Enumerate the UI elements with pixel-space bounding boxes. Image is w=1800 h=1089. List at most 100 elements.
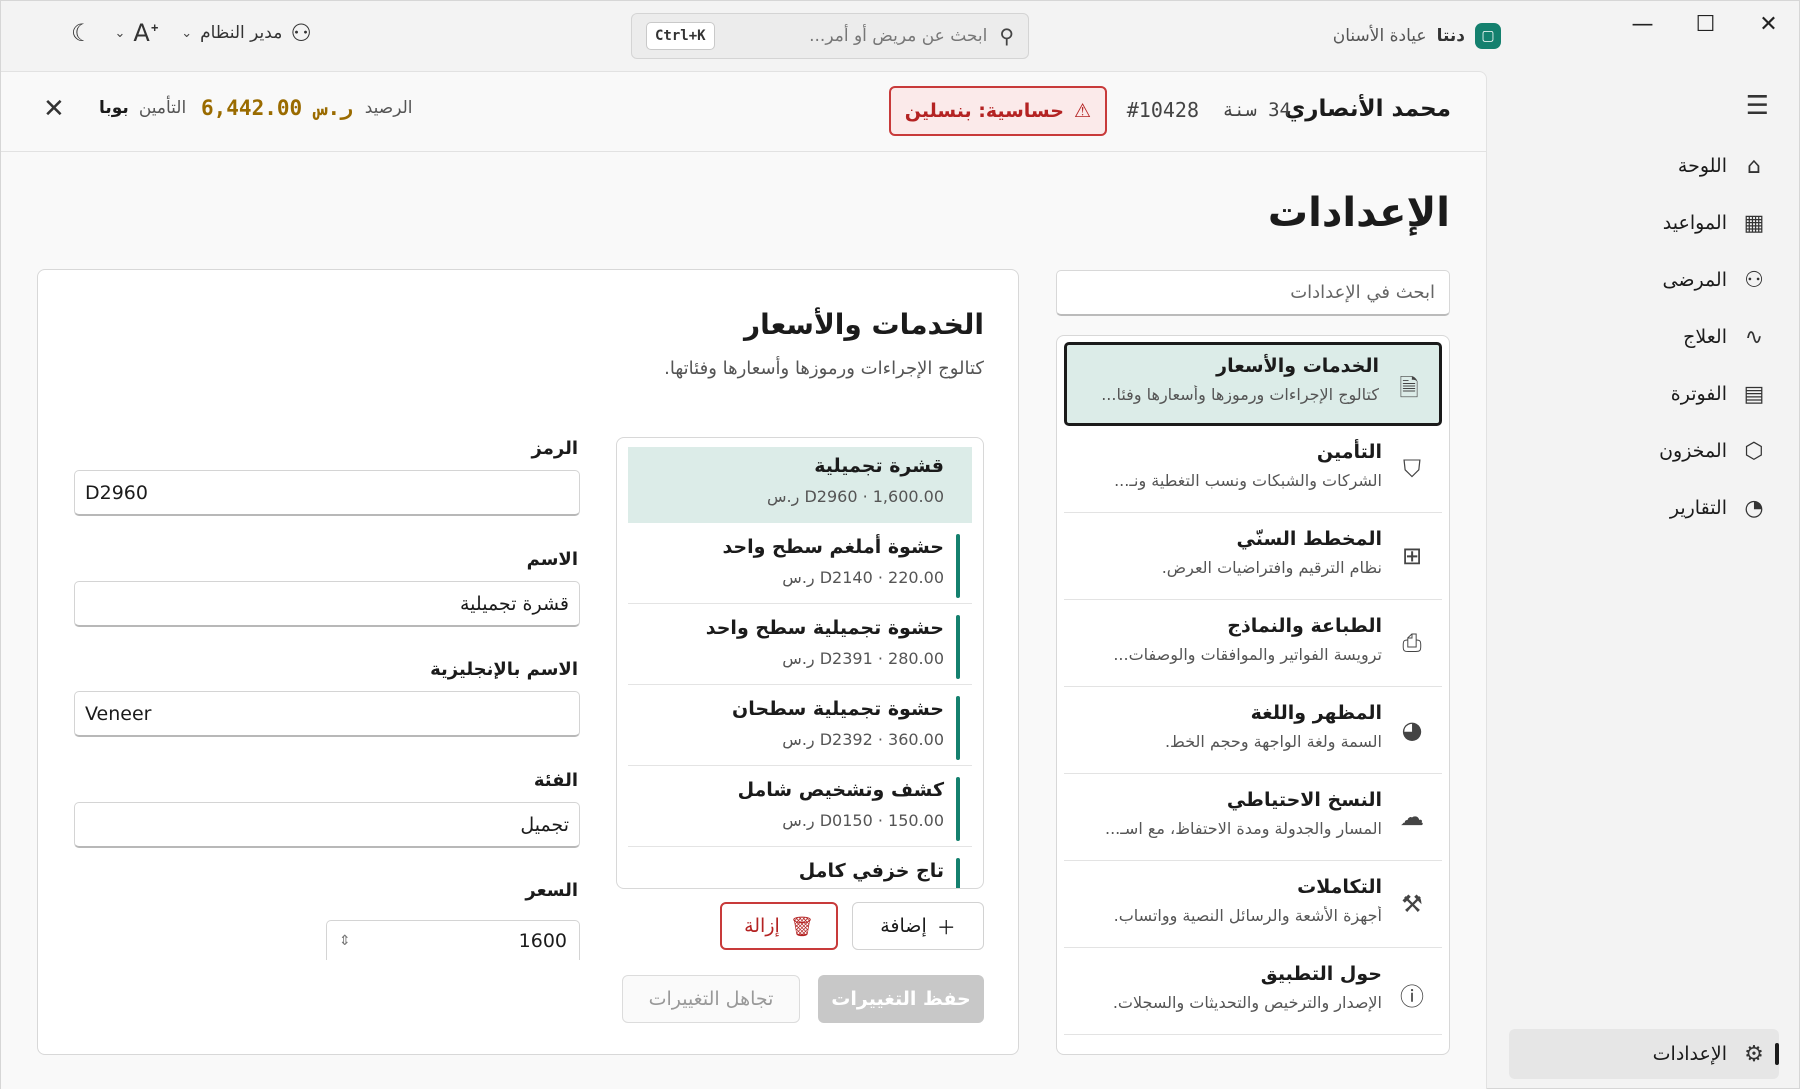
settings-item-printing[interactable]: ⎙ الطباعة والنماذج ترويسة الفواتير والمو… — [1064, 603, 1442, 687]
save-changes-button[interactable]: حفظ التغييرات — [818, 975, 984, 1023]
patient-name: محمد الأنصاري — [1284, 96, 1451, 122]
moon-icon[interactable]: ☾ — [71, 19, 93, 47]
name-field[interactable]: قشرة تجميلية — [74, 581, 580, 627]
font-size-button[interactable]: ⌄ Aᐩ — [115, 19, 160, 47]
nav-item-inventory[interactable]: ⬡ المخزون — [1509, 426, 1779, 476]
name-en-label: الاسم بالإنجليزية — [430, 659, 578, 680]
code-field[interactable]: D2960 — [74, 470, 580, 516]
nav-item-reports[interactable]: ◔ التقارير — [1509, 483, 1779, 533]
service-item[interactable]: حشوة أملغم سطح واحد D2140 · 220.00 ر.س — [628, 528, 972, 604]
price-field[interactable]: 1600 ⇕ — [326, 920, 580, 960]
remove-label: إزالة — [744, 915, 780, 937]
nav-item-patients[interactable]: ⚇ المرضى — [1509, 255, 1779, 305]
search-icon: ⚲ — [999, 24, 1014, 48]
global-search[interactable]: ⚲ ابحث عن مريض أو أمر... Ctrl+K — [631, 13, 1029, 59]
main-nav: ☰ ⌂ اللوحة ▦ المواعيد ⚇ المرضى ∿ العلاج … — [1489, 71, 1799, 1089]
nav-item-settings[interactable]: ⚙ الإعدادات — [1509, 1029, 1779, 1079]
balance-amount: 6,442.00 ر.س — [201, 96, 353, 120]
chart-icon: ◔ — [1744, 495, 1764, 521]
document-icon: 🗎 — [1399, 374, 1419, 402]
menu-icon[interactable]: ☰ — [1746, 91, 1769, 121]
settings-item-insurance[interactable]: ⛉ التأمين الشركات والشبكات ونسب التغطية … — [1064, 429, 1442, 513]
price-value: 1600 — [518, 929, 567, 952]
settings-search-input[interactable]: ابحث في الإعدادات — [1056, 270, 1450, 316]
stethoscope-icon: ∿ — [1744, 324, 1764, 350]
user-icon: ⚇ — [290, 19, 312, 47]
settings-item-chart[interactable]: ⊞ المخطط السنّي نظام الترقيم وافتراضيات … — [1064, 516, 1442, 600]
name-label: الاسم — [526, 549, 578, 570]
grid-icon: ⊞ — [1401, 542, 1423, 570]
service-item[interactable]: حشوة تجميلية سطحان D2392 · 360.00 ر.س — [628, 690, 972, 766]
nav-item-billing[interactable]: ▤ الفوترة — [1509, 369, 1779, 419]
service-meta: D0150 · 150.00 ر.س — [782, 811, 944, 830]
service-item[interactable]: تاج خزفي كامل — [628, 852, 972, 888]
settings-item-desc: ترويسة الفواتير والموافقات والوصفات... — [1113, 645, 1382, 664]
settings-item-appearance[interactable]: ◕ المظهر واللغة السمة ولغة الواجهة وحجم … — [1064, 690, 1442, 774]
titlebar-actions: ☾ ⌄ Aᐩ ⚇ مدير النظام ⌄ — [71, 19, 312, 47]
settings-item-integrations[interactable]: ⚒ التكاملات أجهزة الأشعة والرسائل النصية… — [1064, 864, 1442, 948]
service-meta: D2960 · 1,600.00 ر.س — [767, 487, 944, 506]
patient-age: 34 سنة — [1222, 99, 1291, 121]
nav-label: المواعيد — [1662, 212, 1727, 234]
panel-subtitle: كتالوج الإجراءات ورموزها وأسعارها وفئاته… — [664, 358, 984, 379]
allergy-badge: ⚠ حساسية: بنسلين — [888, 86, 1107, 136]
close-icon[interactable]: ✕ — [43, 94, 65, 124]
app-brand: ▢ دنتا عيادة الأسنان — [1333, 23, 1501, 49]
settings-item-title: الطباعة والنماذج — [1227, 615, 1382, 637]
panel-title: الخدمات والأسعار — [743, 308, 984, 341]
settings-item-desc: الشركات والشبكات ونسب التغطية ونـ... — [1114, 471, 1382, 490]
settings-item-backup[interactable]: ☁ النسخ الاحتياطي المسار والجدولة ومدة ا… — [1064, 777, 1442, 861]
add-service-button[interactable]: ＋ إضافة — [852, 902, 984, 950]
insurance-label: التأمين — [138, 98, 187, 118]
service-name: حشوة تجميلية سطح واحد — [705, 617, 944, 639]
nav-label: المرضى — [1662, 269, 1727, 291]
box-icon: ⬡ — [1744, 438, 1764, 464]
category-field[interactable]: تجميل — [74, 802, 580, 848]
settings-item-title: التكاملات — [1297, 876, 1382, 898]
nav-item-treatment[interactable]: ∿ العلاج — [1509, 312, 1779, 362]
nav-label: الإعدادات — [1652, 1043, 1727, 1065]
service-item[interactable]: حشوة تجميلية سطح واحد D2391 · 280.00 ر.س — [628, 609, 972, 685]
service-item[interactable]: كشف وتشخيص شامل D0150 · 150.00 ر.س — [628, 771, 972, 847]
chevron-down-icon: ⌄ — [114, 25, 126, 41]
text-size-icon: Aᐩ — [133, 19, 160, 47]
settings-item-title: المخطط السنّي — [1236, 528, 1382, 550]
settings-item-services[interactable]: 🗎 الخدمات والأسعار كتالوج الإجراءات ورمو… — [1064, 342, 1442, 426]
nav-label: اللوحة — [1677, 155, 1727, 177]
user-menu[interactable]: ⚇ مدير النظام ⌄ — [181, 19, 312, 47]
insurance-value: بوبا — [99, 98, 129, 118]
service-item[interactable]: قشرة تجميلية D2960 · 1,600.00 ر.س — [628, 447, 972, 523]
price-label: السعر — [525, 880, 578, 901]
nav-item-appointments[interactable]: ▦ المواعيد — [1509, 198, 1779, 248]
services-panel: الخدمات والأسعار كتالوج الإجراءات ورموزه… — [37, 269, 1019, 1055]
insurance: التأمين بوبا — [99, 98, 186, 118]
settings-item-title: المظهر واللغة — [1250, 702, 1382, 724]
patient-bar: محمد الأنصاري 34 سنة #10428 ⚠ حساسية: بن… — [1, 72, 1487, 152]
settings-item-title: النسخ الاحتياطي — [1226, 789, 1382, 811]
plus-icon: ＋ — [936, 916, 956, 939]
maximize-icon[interactable]: ☐ — [1674, 1, 1737, 47]
trash-icon: 🗑 — [789, 915, 814, 938]
nav-label: الفوترة — [1670, 383, 1727, 405]
minimize-icon[interactable]: — — [1611, 1, 1674, 47]
spinner-icon[interactable]: ⇕ — [339, 933, 351, 949]
settings-item-title: التأمين — [1316, 441, 1382, 463]
settings-item-about[interactable]: ⓘ حول التطبيق الإصدار والترخيص والتحديثا… — [1064, 951, 1442, 1035]
save-label: حفظ التغييرات — [831, 988, 971, 1010]
nav-item-dashboard[interactable]: ⌂ اللوحة — [1509, 141, 1779, 191]
content-area: محمد الأنصاري 34 سنة #10428 ⚠ حساسية: بن… — [1, 71, 1487, 1089]
wrench-icon: ⚒ — [1401, 890, 1423, 918]
name-en-value: Veneer — [85, 702, 152, 725]
service-meta: D2391 · 280.00 ر.س — [782, 649, 944, 668]
name-value: قشرة تجميلية — [460, 592, 569, 615]
remove-service-button[interactable]: 🗑 إزالة — [720, 902, 838, 950]
add-label: إضافة — [880, 915, 927, 937]
chevron-down-icon: ⌄ — [181, 25, 193, 41]
name-en-field[interactable]: Veneer — [74, 691, 580, 737]
close-window-icon[interactable]: ✕ — [1737, 1, 1800, 47]
app-subtitle: عيادة الأسنان — [1332, 26, 1427, 46]
home-icon: ⌂ — [1747, 153, 1761, 179]
printer-icon: ⎙ — [1402, 629, 1422, 657]
settings-item-desc: نظام الترقيم وافتراضيات العرض. — [1161, 558, 1382, 577]
discard-changes-button[interactable]: تجاهل التغييرات — [622, 975, 800, 1023]
